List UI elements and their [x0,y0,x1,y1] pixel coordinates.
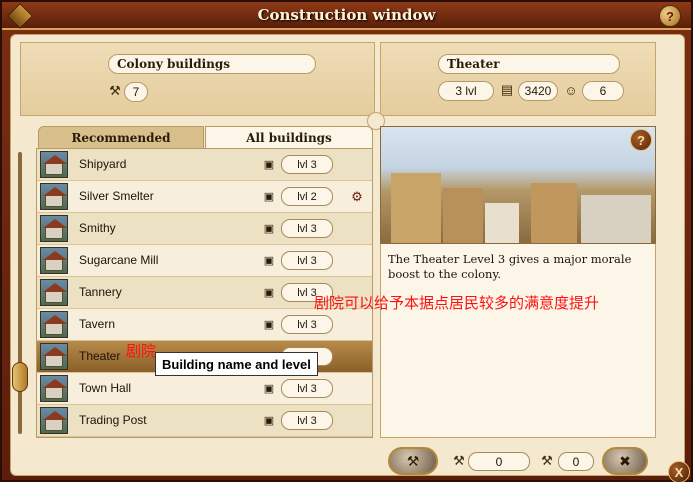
building-level: lvl 2 [281,187,333,206]
building-icon: ▣ [263,382,275,395]
build-button[interactable]: ⚒ [388,447,438,475]
building-icon: ▣ [263,254,275,267]
bottom-value-1: 0 [468,452,530,471]
list-item[interactable]: Trading Post ▣ lvl 3 [37,405,372,437]
help-icon[interactable]: ? [630,129,652,151]
tab-all-buildings[interactable]: All buildings [205,126,373,148]
upgrade-icon[interactable]: ⚙ [347,187,367,207]
building-level: lvl 3 [281,379,333,398]
building-thumbnail [40,407,68,434]
list-item[interactable]: Tavern ▣ lvl 3 [37,309,372,341]
building-name: Shipyard [79,157,127,171]
demolish-icon: ✖ [619,452,631,469]
building-thumbnail [40,343,68,370]
hammer-icon: ⚒ [541,453,553,468]
building-name: Trading Post [79,413,147,427]
building-level: lvl 3 [281,315,333,334]
selected-building-level: 3 lvl [438,81,494,101]
building-cost: 3420 [518,81,558,101]
building-thumbnail [40,311,68,338]
list-item[interactable]: Silver Smelter ▣ lvl 2 ⚙ [37,181,372,213]
construction-window: Construction window ? Colony buildings ⚒… [0,0,693,482]
building-name: Theater [79,349,121,363]
building-name: Town Hall [79,381,132,395]
morale-value: 6 [582,81,624,101]
building-name: Silver Smelter [79,189,154,203]
demolish-button[interactable]: ✖ [602,447,648,475]
building-illustration [380,126,656,244]
building-name: Smithy [79,221,116,235]
building-name: Tannery [79,285,122,299]
building-icon: ▣ [263,158,275,171]
list-item[interactable]: Shipyard ▣ lvl 3 [37,149,372,181]
building-level: lvl 3 [281,219,333,238]
building-level: lvl 3 [281,411,333,430]
emblem-icon [7,3,33,29]
scrollbar-thumb[interactable] [12,362,28,392]
building-name: Sugarcane Mill [79,253,159,267]
building-level: lvl 3 [281,155,333,174]
theater-masks-icon: ☺ [564,82,578,98]
colony-buildings-count: 7 [124,82,148,102]
close-icon[interactable]: X [668,461,690,482]
tooltip: Building name and level [155,352,318,376]
building-thumbnail [40,375,68,402]
title-bar: Construction window [2,2,691,30]
bottom-value-2: 0 [558,452,594,471]
annotation-effect-cn: 剧院可以给予本据点居民较多的满意度提升 [314,295,600,312]
colony-buildings-label: Colony buildings [108,54,316,74]
building-icon: ▣ [263,414,275,427]
hammer-icon: ⚒ [109,83,121,98]
building-thumbnail [40,279,68,306]
hammer-icon: ⚒ [453,453,465,468]
build-icon: ⚒ [406,452,420,469]
selected-building-name: Theater [438,54,620,74]
building-thumbnail [40,247,68,274]
building-icon: ▣ [263,222,275,235]
help-button[interactable]: ? [659,5,681,27]
building-description: The Theater Level 3 gives a major morale… [388,252,632,281]
tab-recommended[interactable]: Recommended [38,126,204,148]
money-icon: ▤ [500,82,514,97]
list-item[interactable]: Sugarcane Mill ▣ lvl 3 [37,245,372,277]
list-item[interactable]: Smithy ▣ lvl 3 [37,213,372,245]
building-icon: ▣ [263,318,275,331]
building-thumbnail [40,183,68,210]
list-item[interactable]: Town Hall ▣ lvl 3 [37,373,372,405]
building-thumbnail [40,151,68,178]
window-title: Construction window [257,6,436,24]
building-level: lvl 3 [281,251,333,270]
building-thumbnail [40,215,68,242]
building-name: Tavern [79,317,116,331]
building-icon: ▣ [263,190,275,203]
building-icon: ▣ [263,286,275,299]
annotation-theater-cn: 剧院 [126,343,157,360]
